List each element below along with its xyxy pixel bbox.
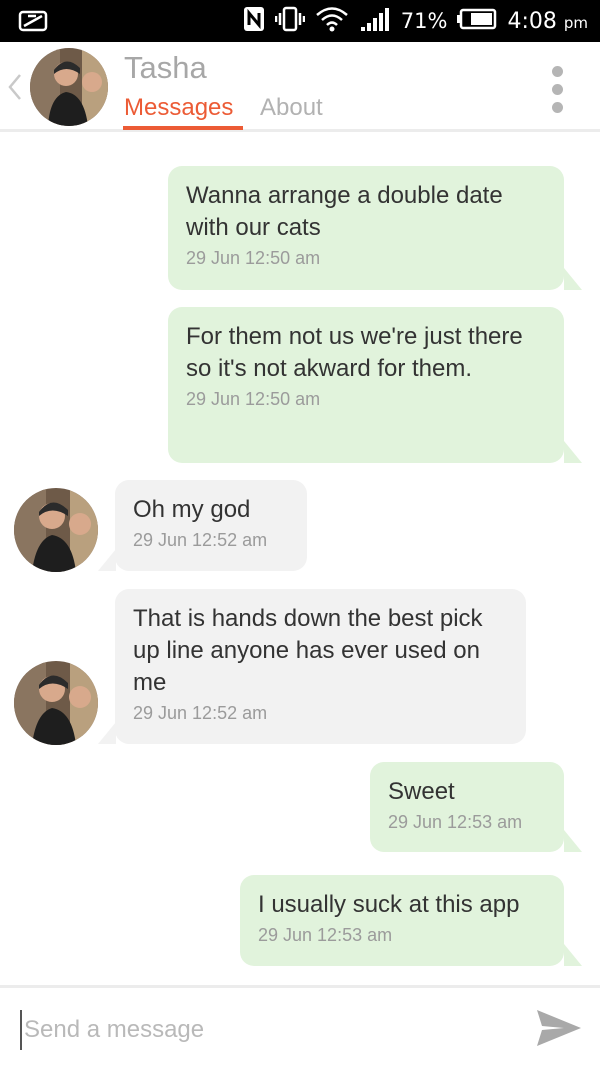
message-timestamp: 29 Jun 12:52 am (133, 530, 268, 550)
active-tab-indicator (123, 126, 243, 130)
bubble-tail (564, 441, 582, 463)
nfc-icon (243, 6, 265, 36)
tab-about[interactable]: About (260, 94, 323, 122)
bubble-tail (564, 268, 582, 290)
battery-percent: 71% (400, 9, 448, 33)
contact-avatar[interactable] (30, 48, 108, 126)
message-text: That is hands down the best pick up line… (133, 605, 483, 696)
message-text: Wanna arrange a double date with our cat… (186, 182, 503, 241)
message-text: Sweet (388, 778, 455, 805)
message-text: For them not us we're just there so it's… (186, 323, 523, 382)
bubble-tail (98, 722, 116, 744)
wifi-icon (315, 5, 349, 37)
clock-suffix: pm (563, 13, 588, 32)
vibrate-icon (274, 6, 306, 36)
message-bubble-received: Oh my god 29 Jun 12:52 am (115, 480, 307, 571)
battery-icon (457, 8, 497, 34)
message-bubble-sent: Wanna arrange a double date with our cat… (168, 166, 564, 290)
message-timestamp: 29 Jun 12:53 am (258, 925, 393, 945)
more-options-icon[interactable] (552, 66, 564, 120)
message-timestamp: 29 Jun 12:53 am (388, 812, 523, 832)
bubble-tail (98, 549, 116, 571)
sender-avatar[interactable] (14, 488, 98, 572)
send-icon[interactable] (534, 1004, 584, 1056)
message-text: Oh my god (133, 496, 251, 523)
notification-icon (18, 8, 50, 38)
message-bubble-received: That is hands down the best pick up line… (115, 589, 526, 744)
message-bubble-sent: Sweet 29 Jun 12:53 am (370, 762, 564, 852)
message-timestamp: 29 Jun 12:50 am (186, 248, 321, 268)
tab-messages[interactable]: Messages (124, 94, 233, 122)
sender-avatar[interactable] (14, 661, 98, 745)
clock-time: 4:08 (507, 8, 557, 34)
contact-name: Tasha (124, 50, 207, 85)
clock: 4:08 pm (507, 9, 588, 34)
message-timestamp: 29 Jun 12:50 am (186, 389, 321, 409)
chat-header: Tasha Messages About (0, 42, 600, 132)
message-bubble-sent: For them not us we're just there so it's… (168, 307, 564, 463)
message-input[interactable] (20, 1010, 500, 1050)
bubble-tail (564, 830, 582, 852)
message-text: I usually suck at this app (258, 891, 520, 918)
message-timestamp: 29 Jun 12:52 am (133, 703, 268, 723)
status-bar: 71% 4:08 pm (0, 0, 600, 42)
back-arrow-icon[interactable] (6, 72, 24, 106)
bubble-tail (564, 944, 582, 966)
signal-icon (359, 5, 391, 37)
message-composer (0, 985, 600, 1067)
message-bubble-sent: I usually suck at this app 29 Jun 12:53 … (240, 875, 564, 966)
